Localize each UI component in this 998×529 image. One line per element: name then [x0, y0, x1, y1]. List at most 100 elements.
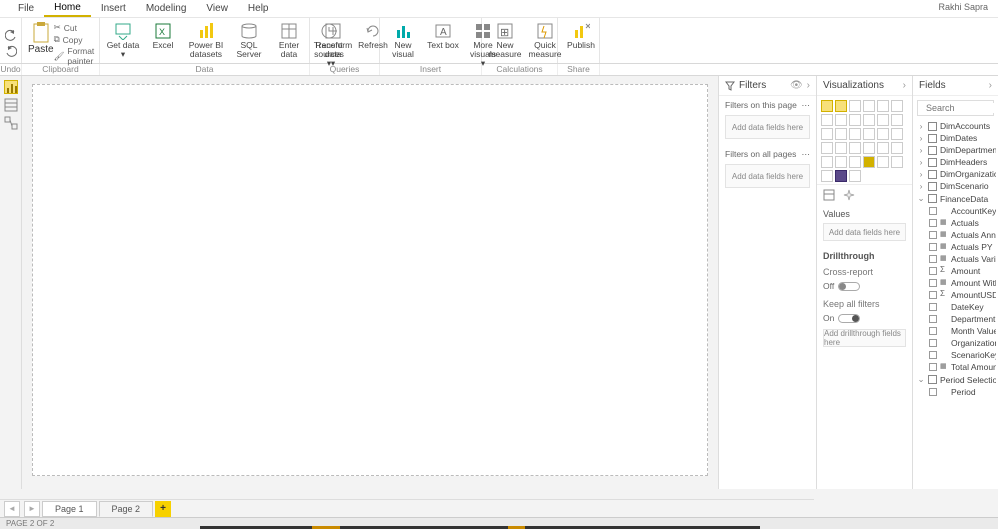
data-view-button[interactable] — [4, 98, 18, 112]
table-dimdates[interactable]: ›DimDates — [915, 132, 996, 144]
redo-icon[interactable] — [5, 45, 17, 57]
field-actuals-varian-[interactable]: Actuals Varian... — [915, 253, 996, 265]
excel-button[interactable]: XExcel — [146, 20, 180, 50]
menu-file[interactable]: File — [8, 1, 44, 16]
copy-button[interactable]: ⧉Copy — [54, 34, 95, 45]
transform-data-button[interactable]: Transform data▾ — [316, 20, 350, 68]
field-datekey[interactable]: DateKey — [915, 301, 996, 313]
page-next-button[interactable]: ► — [24, 501, 40, 517]
more-icon[interactable]: ⋯ — [802, 149, 811, 160]
page-tab-2[interactable]: Page 2 — [99, 501, 154, 517]
quick-measure-button[interactable]: Quick measure — [528, 20, 562, 59]
report-canvas[interactable] — [32, 84, 708, 476]
field-actuals[interactable]: Actuals — [915, 217, 996, 229]
viz-100-col[interactable] — [891, 100, 903, 112]
values-dropzone[interactable]: Add data fields here — [823, 223, 906, 241]
menu-view[interactable]: View — [196, 1, 238, 16]
viz-format-tab[interactable] — [843, 189, 855, 201]
menu-insert[interactable]: Insert — [91, 1, 136, 16]
viz-custom[interactable] — [835, 170, 847, 182]
field-amount[interactable]: Amount — [915, 265, 996, 277]
viz-key-influencer[interactable] — [877, 156, 889, 168]
viz-stacked-col[interactable] — [835, 100, 847, 112]
table-period selection[interactable]: ⌄Period Selection — [915, 373, 996, 386]
table-dimheaders[interactable]: ›DimHeaders — [915, 156, 996, 168]
field-actuals-annu-[interactable]: Actuals Annu... — [915, 229, 996, 241]
menu-help[interactable]: Help — [238, 1, 279, 16]
filters-show-icon[interactable]: 👁 — [790, 80, 803, 91]
filters-collapse-icon[interactable]: › — [807, 80, 810, 91]
publish-button[interactable]: Publish — [564, 20, 598, 50]
viz-decomposition[interactable] — [891, 156, 903, 168]
viz-waterfall[interactable] — [891, 114, 903, 126]
viz-fields-tab[interactable] — [823, 189, 835, 201]
field-accountkey[interactable]: AccountKey — [915, 205, 996, 217]
viz-qna[interactable] — [821, 170, 833, 182]
undo-icon[interactable] — [5, 29, 17, 41]
viz-100-bar[interactable] — [877, 100, 889, 112]
field-scenariokey[interactable]: ScenarioKey — [915, 349, 996, 361]
field-departmentkey[interactable]: DepartmentKey — [915, 313, 996, 325]
pbi-datasets-button[interactable]: Power BI datasets — [186, 20, 226, 59]
more-icon[interactable]: ⋯ — [802, 100, 811, 111]
viz-r[interactable] — [849, 156, 861, 168]
viz-multi-card[interactable] — [863, 142, 875, 154]
page-tab-1[interactable]: Page 1 — [42, 501, 97, 517]
viz-line[interactable] — [821, 114, 833, 126]
add-page-button[interactable]: + — [155, 501, 171, 517]
text-box-button[interactable]: AText box — [426, 20, 460, 50]
table-financedata[interactable]: ⌄FinanceData — [915, 192, 996, 205]
viz-kpi[interactable] — [877, 142, 889, 154]
drillthrough-dropzone[interactable]: Add drillthrough fields here — [823, 329, 906, 347]
fields-search[interactable] — [917, 100, 994, 116]
field-amountusd[interactable]: AmountUSD — [915, 289, 996, 301]
table-dimscenario[interactable]: ›DimScenario — [915, 180, 996, 192]
new-measure-button[interactable]: ⊞New measure — [488, 20, 522, 59]
viz-treemap[interactable] — [863, 128, 875, 140]
viz-collapse-icon[interactable]: › — [903, 80, 906, 91]
table-dimdepartments[interactable]: ›DimDepartments — [915, 144, 996, 156]
get-data-button[interactable]: Get data▾ — [106, 20, 140, 59]
filters-on-all-dropzone[interactable]: Add data fields here — [725, 164, 810, 188]
paste-button[interactable]: Paste — [28, 20, 54, 63]
viz-scatter[interactable] — [821, 128, 833, 140]
viz-line-col[interactable] — [863, 114, 875, 126]
new-visual-button[interactable]: New visual — [386, 20, 420, 59]
table-dimorganizations[interactable]: ›DimOrganizations — [915, 168, 996, 180]
cross-report-toggle[interactable] — [838, 282, 860, 291]
field-amount-with-[interactable]: Amount With ... — [915, 277, 996, 289]
menu-modeling[interactable]: Modeling — [136, 1, 197, 16]
page-prev-button[interactable]: ◄ — [4, 501, 20, 517]
viz-donut[interactable] — [849, 128, 861, 140]
viz-card[interactable] — [849, 142, 861, 154]
viz-map[interactable] — [877, 128, 889, 140]
sql-server-button[interactable]: SQL Server — [232, 20, 266, 59]
table-dimaccounts[interactable]: ›DimAccounts — [915, 120, 996, 132]
viz-area[interactable] — [835, 114, 847, 126]
field-actuals-py[interactable]: Actuals PY — [915, 241, 996, 253]
viz-pie[interactable] — [835, 128, 847, 140]
field-total-amount[interactable]: Total Amount — [915, 361, 996, 373]
field-month-value[interactable]: Month Value — [915, 325, 996, 337]
keep-filters-toggle[interactable] — [838, 314, 860, 323]
viz-matrix[interactable] — [835, 156, 847, 168]
viz-stacked-area[interactable] — [849, 114, 861, 126]
viz-ribbon[interactable] — [877, 114, 889, 126]
menu-home[interactable]: Home — [44, 0, 91, 17]
viz-python[interactable] — [863, 156, 875, 168]
cut-button[interactable]: ✂Cut — [54, 22, 95, 33]
report-view-button[interactable] — [4, 80, 18, 94]
fields-collapse-icon[interactable]: › — [989, 80, 992, 91]
format-painter-button[interactable]: 🖌Format painter — [54, 46, 95, 66]
model-view-button[interactable] — [4, 116, 18, 130]
viz-slicer[interactable] — [891, 142, 903, 154]
viz-clustered-bar[interactable] — [849, 100, 861, 112]
fields-search-input[interactable] — [926, 103, 998, 113]
viz-more[interactable] — [849, 170, 861, 182]
filters-on-page-dropzone[interactable]: Add data fields here — [725, 115, 810, 139]
enter-data-button[interactable]: Enter data — [272, 20, 306, 59]
field-period[interactable]: Period — [915, 386, 996, 398]
field-organizationk-[interactable]: OrganizationK... — [915, 337, 996, 349]
viz-funnel[interactable] — [821, 142, 833, 154]
viz-clustered-col[interactable] — [863, 100, 875, 112]
